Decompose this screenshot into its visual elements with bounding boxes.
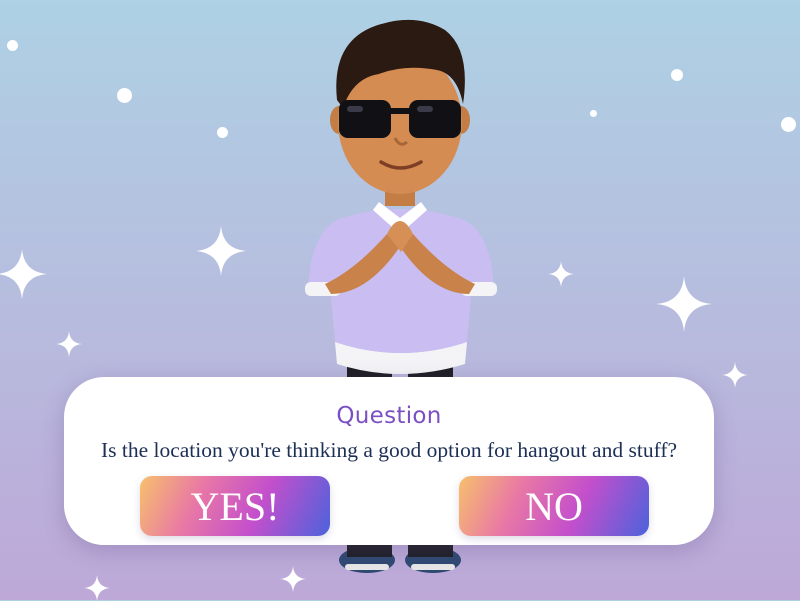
star-dot-icon xyxy=(781,117,796,132)
star-dot-icon xyxy=(590,110,597,117)
question-dialog: Question Is the location you're thinking… xyxy=(64,377,714,545)
sparkle-icon xyxy=(84,575,110,601)
question-text: Is the location you're thinking a good o… xyxy=(100,438,678,462)
sparkle-icon xyxy=(196,226,246,276)
sparkle-icon xyxy=(722,362,748,388)
sparkle-icon xyxy=(0,249,47,299)
star-dot-icon xyxy=(117,88,132,103)
no-button[interactable]: NO xyxy=(459,476,649,536)
star-dot-icon xyxy=(7,40,18,51)
sparkle-icon xyxy=(56,331,82,357)
sparkle-icon xyxy=(656,276,712,332)
dialog-title: Question xyxy=(336,403,442,429)
sparkle-icon xyxy=(548,261,574,287)
star-dot-icon xyxy=(671,69,683,81)
yes-button[interactable]: YES! xyxy=(140,476,330,536)
star-dot-icon xyxy=(217,127,228,138)
